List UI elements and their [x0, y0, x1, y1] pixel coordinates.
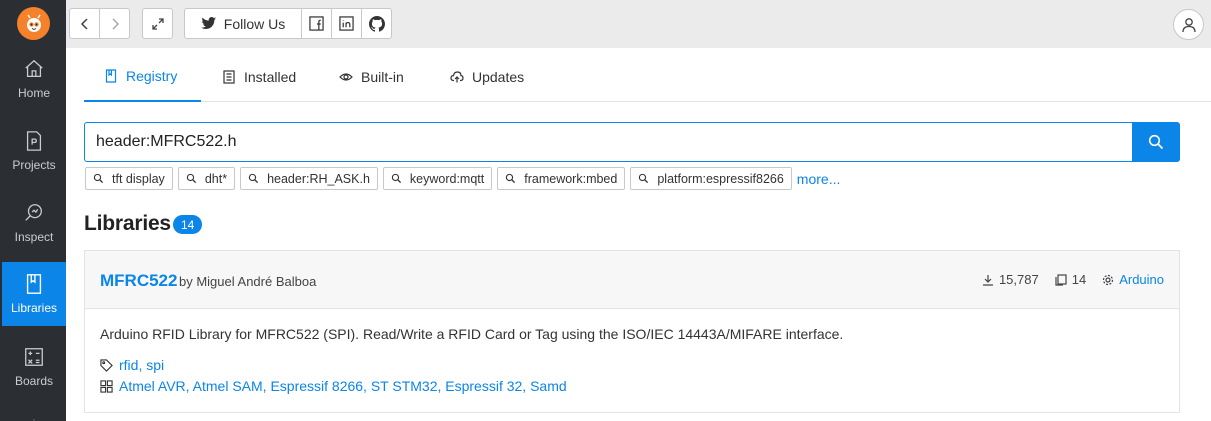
sidebar-item-label: Boards [14, 374, 54, 388]
libraries-heading: Libraries [84, 212, 171, 235]
gear-icon [1103, 274, 1114, 285]
account-button[interactable] [1173, 9, 1204, 40]
library-stats: 15,787 14 Arduino [982, 272, 1164, 287]
library-card-header: MFRC522 by Miguel André Balboa 15,787 14… [85, 251, 1179, 309]
sidebar-item-home[interactable]: Home [2, 47, 66, 111]
history-nav [69, 8, 130, 39]
facebook-button[interactable] [301, 8, 332, 39]
library-search-input[interactable] [84, 122, 1133, 162]
suggestion-label: tft display [112, 171, 165, 186]
suggestion-label: dht* [204, 171, 228, 186]
sidebar-item-libraries[interactable]: Libraries [2, 262, 66, 326]
project-file-icon [26, 131, 42, 151]
github-icon [368, 15, 385, 32]
library-name-link[interactable]: MFRC522 [100, 271, 177, 291]
tag-icon [100, 358, 113, 372]
suggestion-chip[interactable]: dht* [177, 167, 236, 190]
tab-updates[interactable]: Updates [450, 52, 524, 102]
user-icon [1181, 17, 1196, 32]
social-links: Follow Us [184, 8, 392, 39]
follow-us-label: Follow Us [223, 15, 286, 32]
search-icon [391, 173, 401, 184]
sidebar-item-label: Home [17, 86, 50, 100]
platforms-link[interactable]: Atmel AVR, Atmel SAM, Espressif 8266, ST… [119, 378, 567, 394]
book-icon [105, 69, 117, 83]
suggestion-chip[interactable]: keyword:mqtt [382, 167, 493, 190]
expand-button[interactable] [142, 8, 173, 39]
more-suggestions-link[interactable]: more... [797, 171, 841, 187]
list-icon [223, 70, 235, 84]
expand-icon [151, 17, 164, 30]
linkedin-button[interactable] [331, 8, 362, 39]
suggestion-label: header:RH_ASK.h [267, 171, 370, 186]
library-keywords: rfid, spi [100, 357, 164, 373]
forward-button[interactable] [99, 8, 130, 39]
inspect-icon [25, 204, 42, 221]
tab-label: Installed [244, 69, 297, 85]
suggestion-chip[interactable]: framework:mbed [497, 167, 626, 190]
eye-icon [339, 73, 353, 81]
library-author: by Miguel André Balboa [179, 274, 317, 289]
grid-icon [100, 379, 113, 393]
book-icon [26, 274, 42, 294]
suggestion-chip[interactable]: platform:espressif8266 [630, 167, 792, 190]
library-card: MFRC522 by Miguel André Balboa 15,787 14… [84, 250, 1180, 413]
platformio-logo-icon[interactable] [17, 7, 50, 40]
sidebar-item-label: Libraries [10, 301, 58, 315]
search-button[interactable] [1132, 122, 1180, 162]
chevron-left-icon [80, 17, 88, 30]
search-icon [186, 173, 196, 184]
calculator-icon [25, 348, 43, 366]
chevron-right-icon [111, 17, 119, 30]
tab-registry[interactable]: Registry [84, 52, 201, 102]
tab-label: Registry [126, 68, 178, 84]
github-button[interactable] [361, 8, 392, 39]
sidebar-item-label: Inspect [14, 230, 54, 244]
framework-link[interactable]: Arduino [1119, 272, 1164, 287]
download-icon [982, 274, 993, 286]
examples-icon [1055, 273, 1067, 286]
keywords-link[interactable]: rfid, spi [119, 357, 164, 373]
sidebar-item-projects[interactable]: Projects [2, 119, 66, 183]
suggestion-chip[interactable]: header:RH_ASK.h [240, 167, 378, 190]
sidebar-item-inspect[interactable]: Inspect [2, 191, 66, 255]
search-icon [1148, 134, 1164, 150]
libraries-count-badge: 14 [173, 215, 203, 234]
sidebar: Home Projects Inspect Libraries Boards [0, 0, 66, 421]
tab-installed[interactable]: Installed [222, 52, 296, 102]
tab-label: Updates [472, 69, 525, 85]
library-tabs: Registry Installed Built-in Updates [84, 52, 1211, 102]
library-description: Arduino RFID Library for MFRC522 (SPI). … [100, 326, 844, 342]
suggestion-chip[interactable]: tft display [85, 167, 173, 190]
cloud-upload-icon [450, 71, 464, 83]
facebook-icon [309, 16, 324, 31]
examples-count: 14 [1071, 272, 1087, 287]
follow-us-button[interactable]: Follow Us [184, 8, 302, 39]
twitter-icon [200, 17, 216, 29]
tab-built-in[interactable]: Built-in [339, 52, 404, 102]
linkedin-icon [339, 16, 354, 31]
search-icon [506, 173, 516, 184]
toolbar: Follow Us [66, 0, 1211, 48]
download-count: 15,787 [998, 272, 1039, 287]
suggestion-label: keyword:mqtt [409, 171, 485, 186]
home-icon [25, 59, 43, 77]
search-suggestions: tft display dht* header:RH_ASK.h keyword… [85, 167, 840, 190]
search-icon [93, 173, 104, 184]
sidebar-item-label: Projects [12, 158, 56, 172]
sidebar-item-boards[interactable]: Boards [2, 335, 66, 399]
library-platforms: Atmel AVR, Atmel SAM, Espressif 8266, ST… [100, 378, 567, 394]
suggestion-label: framework:mbed [524, 171, 618, 186]
sidebar-item-more[interactable] [2, 405, 66, 421]
suggestion-label: platform:espressif8266 [657, 171, 784, 186]
search-icon [639, 173, 649, 184]
back-button[interactable] [69, 8, 100, 39]
tab-label: Built-in [361, 69, 404, 85]
search-icon [248, 173, 259, 184]
